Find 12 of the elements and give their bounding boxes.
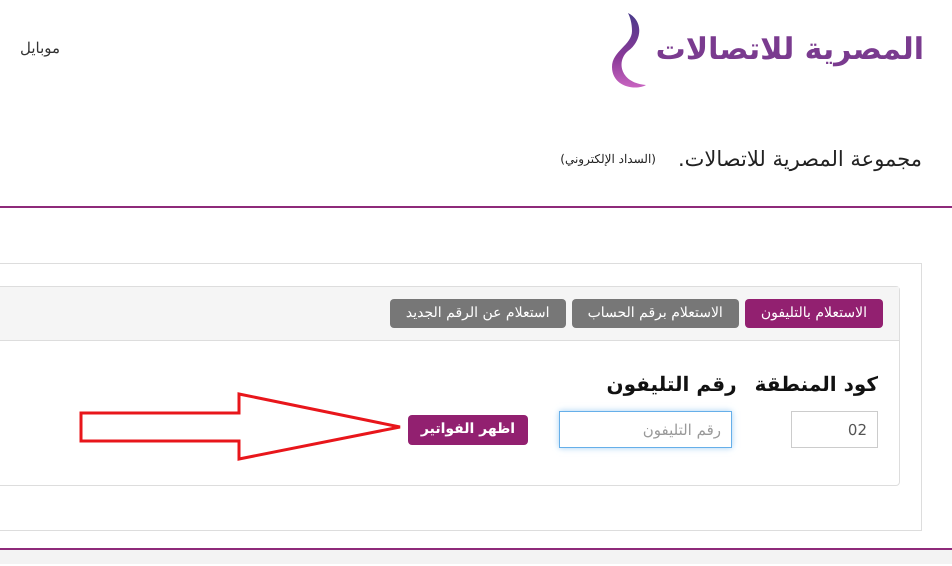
- phone-field[interactable]: رقم التليفون: [559, 411, 732, 448]
- page-subtitle: (السداد الإلكتروني): [560, 151, 656, 168]
- tab[interactable]: الاستعلام بالتليفون: [744, 299, 883, 328]
- tab[interactable]: استعلام عن الرقم الجديد: [390, 299, 566, 328]
- show-bills-button[interactable]: اظهر الفواتير: [408, 414, 528, 444]
- field-label: رقم التليفون: [606, 371, 737, 398]
- area-code-field[interactable]: 02: [791, 411, 878, 448]
- tab[interactable]: الاستعلام برقم الحساب: [572, 299, 739, 328]
- logo-text: المصرية للاتصالات: [656, 35, 924, 65]
- page-title: مجموعة المصرية للاتصالات.: [678, 146, 922, 174]
- nav-link[interactable]: موبايل: [20, 36, 60, 60]
- field-label: كود المنطقة: [754, 371, 878, 398]
